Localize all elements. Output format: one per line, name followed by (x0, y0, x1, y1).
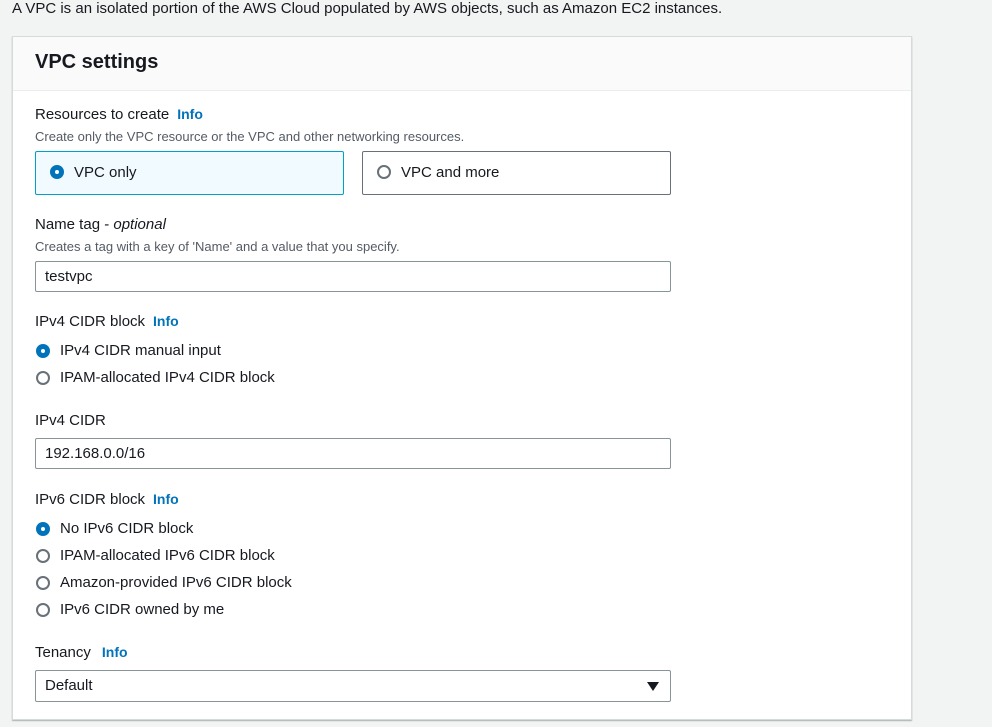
tile-vpc-and-more[interactable]: VPC and more (362, 151, 671, 195)
radio-label: IPAM-allocated IPv6 CIDR block (60, 547, 275, 564)
radio-button[interactable] (36, 522, 50, 536)
resources-label: Resources to create (35, 106, 170, 123)
intro-text: A VPC is an isolated portion of the AWS … (12, 0, 723, 17)
name-tag-label-text: Name tag - (35, 216, 114, 233)
radio-button[interactable] (36, 576, 50, 590)
tile-vpc-only[interactable]: VPC only (35, 151, 344, 195)
vpc-settings-panel: VPC settings Resources to create Info Cre… (12, 36, 912, 720)
resources-description: Create only the VPC resource or the VPC … (35, 129, 465, 144)
radio-label: IPv4 CIDR manual input (60, 342, 221, 359)
radio-label: IPv6 CIDR owned by me (60, 601, 225, 618)
tile-label-vpc-only: VPC only (74, 164, 137, 181)
name-tag-input[interactable] (35, 261, 671, 292)
ipv4-cidr-label: IPv4 CIDR (35, 412, 106, 429)
radio-label: Amazon-provided IPv6 CIDR block (60, 574, 292, 591)
tenancy-info-link[interactable]: Info (102, 644, 128, 660)
radio-button[interactable] (36, 371, 50, 385)
radio-button[interactable] (36, 549, 50, 563)
tile-label-vpc-and-more: VPC and more (401, 164, 500, 181)
radio-button[interactable] (36, 344, 50, 358)
radio-label: IPAM-allocated IPv4 CIDR block (60, 369, 275, 386)
tenancy-label: Tenancy (35, 644, 91, 661)
name-tag-optional: optional (113, 216, 166, 233)
ipv4-cidr-input[interactable] (35, 438, 671, 469)
name-tag-description: Creates a tag with a key of 'Name' and a… (35, 239, 400, 254)
ipv6-block-label: IPv6 CIDR block (35, 491, 146, 508)
radio-button[interactable] (36, 603, 50, 617)
ipv6-block-label-row: IPv6 CIDR block Info (35, 491, 179, 508)
ipv6-block-info-link[interactable]: Info (153, 491, 179, 507)
tenancy-selected-value: Default (45, 677, 93, 694)
panel-header: VPC settings (13, 37, 911, 91)
radio-label: No IPv6 CIDR block (60, 520, 194, 537)
tenancy-label-row: Tenancy Info (35, 644, 128, 661)
panel-title: VPC settings (35, 51, 159, 73)
tenancy-select[interactable]: Default (35, 670, 671, 702)
radio-vpc-and-more[interactable] (377, 165, 391, 179)
radio-vpc-only[interactable] (50, 165, 64, 179)
resources-label-row: Resources to create Info (35, 106, 203, 123)
ipv4-block-label: IPv4 CIDR block (35, 313, 146, 330)
caret-down-icon (647, 682, 659, 691)
ipv4-block-info-link[interactable]: Info (153, 313, 179, 329)
ipv4-block-label-row: IPv4 CIDR block Info (35, 313, 179, 330)
name-tag-label: Name tag - optional (35, 216, 166, 233)
resources-info-link[interactable]: Info (177, 106, 203, 122)
